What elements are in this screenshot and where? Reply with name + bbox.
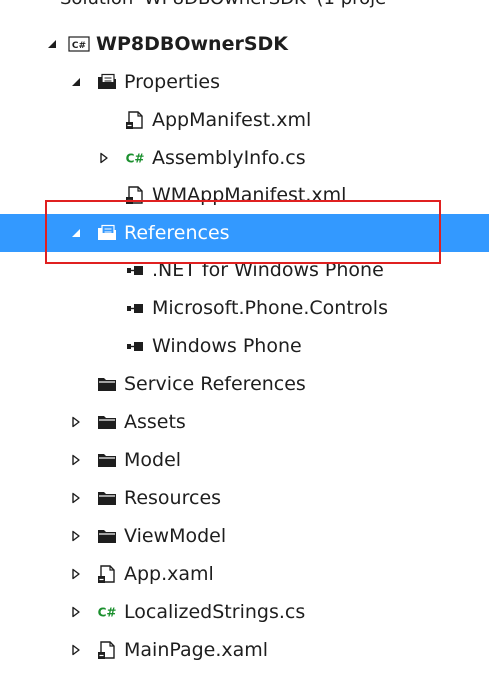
tree-label-references: References — [124, 222, 230, 244]
tree-row-assets[interactable]: Assets — [0, 403, 489, 441]
assembly-reference-icon — [124, 251, 146, 289]
tree-label-ref-windows-phone: Windows Phone — [152, 335, 302, 357]
xaml-file-icon — [96, 631, 118, 669]
tree-label-properties: Properties — [124, 71, 221, 93]
expanded-arrow-icon[interactable] — [68, 63, 84, 101]
csharp-file-icon: C# — [124, 139, 146, 177]
tree-label-ref-net: .NET for Windows Phone — [152, 259, 384, 281]
tree-label-app-xaml: App.xaml — [124, 563, 214, 585]
folder-icon — [96, 365, 118, 403]
collapsed-arrow-icon[interactable] — [68, 441, 84, 479]
tree-row-app-xaml[interactable]: App.xaml — [0, 555, 489, 593]
tree-row-ref-windows-phone[interactable]: Windows Phone — [0, 327, 489, 365]
folder-icon — [96, 403, 118, 441]
collapsed-arrow-icon[interactable] — [68, 593, 84, 631]
tree-label-main-page: MainPage.xaml — [124, 639, 269, 661]
tree-row-main-page[interactable]: MainPage.xaml — [0, 631, 489, 669]
tree-row-service-references[interactable]: Service References — [0, 365, 489, 403]
folder-icon — [96, 479, 118, 517]
collapsed-arrow-icon[interactable] — [68, 517, 84, 555]
svg-text:C#: C# — [72, 41, 86, 51]
expanded-arrow-icon[interactable] — [44, 25, 60, 63]
tree-row-localized-strings[interactable]: C# LocalizedStrings.cs — [0, 593, 489, 631]
tree-label-assets: Assets — [124, 411, 186, 433]
tree-label-project: WP8DBOwnerSDK — [96, 33, 289, 55]
tree-label-viewmodel: ViewModel — [124, 525, 227, 547]
collapsed-arrow-icon[interactable] — [68, 631, 84, 669]
svg-text:C#: C# — [98, 606, 117, 620]
solution-row-partial[interactable]: Solution 'WP8DBOwnerSDK' (1 proje — [0, 0, 489, 18]
tree-row-assembly-info[interactable]: C# AssemblyInfo.cs — [0, 139, 489, 177]
tree-label-app-manifest: AppManifest.xml — [152, 109, 312, 131]
tree-row-app-manifest[interactable]: AppManifest.xml — [0, 101, 489, 139]
properties-folder-icon — [96, 63, 118, 101]
tree-row-ref-phone-controls[interactable]: Microsoft.Phone.Controls — [0, 289, 489, 327]
xml-file-icon — [124, 176, 146, 214]
csharp-project-icon: C# — [68, 25, 90, 63]
references-folder-icon — [96, 214, 118, 252]
csharp-file-icon: C# — [96, 593, 118, 631]
expanded-arrow-icon[interactable] — [68, 214, 84, 252]
solution-explorer-tree: Solution 'WP8DBOwnerSDK' (1 proje C# WP8D… — [0, 0, 489, 696]
collapsed-arrow-icon[interactable] — [96, 139, 112, 177]
assembly-reference-icon — [124, 327, 146, 365]
folder-icon — [96, 441, 118, 479]
folder-icon — [96, 517, 118, 555]
xml-file-icon — [124, 101, 146, 139]
xaml-file-icon — [96, 555, 118, 593]
tree-label-model: Model — [124, 449, 182, 471]
tree-row-properties[interactable]: Properties — [0, 63, 489, 101]
tree-row-ref-net[interactable]: .NET for Windows Phone — [0, 251, 489, 289]
tree-row-model[interactable]: Model — [0, 441, 489, 479]
collapsed-arrow-icon[interactable] — [68, 555, 84, 593]
tree-row-resources[interactable]: Resources — [0, 479, 489, 517]
tree-label-resources: Resources — [124, 487, 222, 509]
tree-label-service-references: Service References — [124, 373, 306, 395]
collapsed-arrow-icon[interactable] — [68, 479, 84, 517]
tree-label-wm-app-manifest: WMAppManifest.xml — [152, 184, 347, 206]
solution-label: Solution 'WP8DBOwnerSDK' (1 proje — [60, 0, 386, 18]
tree-row-wm-app-manifest[interactable]: WMAppManifest.xml — [0, 176, 489, 214]
tree-label-ref-phone-controls: Microsoft.Phone.Controls — [152, 297, 388, 319]
tree-row-viewmodel[interactable]: ViewModel — [0, 517, 489, 555]
assembly-reference-icon — [124, 289, 146, 327]
tree-row-references[interactable]: References — [0, 214, 489, 252]
tree-label-localized-strings: LocalizedStrings.cs — [124, 601, 306, 623]
tree-row-project[interactable]: C# WP8DBOwnerSDK — [0, 25, 489, 63]
collapsed-arrow-icon[interactable] — [68, 403, 84, 441]
tree-label-assembly-info: AssemblyInfo.cs — [152, 147, 306, 169]
svg-text:C#: C# — [126, 152, 145, 166]
